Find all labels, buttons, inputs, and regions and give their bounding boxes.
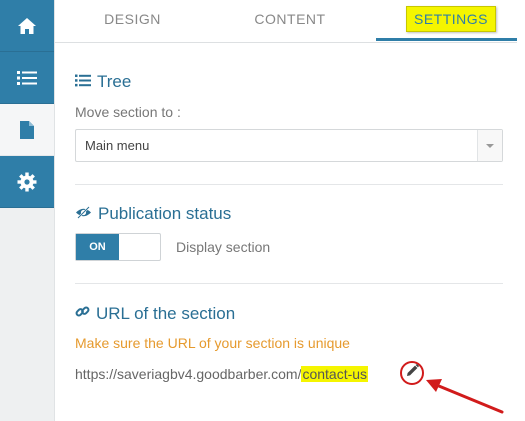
url-section-title: URL of the section (75, 304, 235, 324)
url-prefix: https://saveriagbv4.goodbarber.com/ (75, 366, 302, 382)
publication-section-title: Publication status (75, 204, 231, 224)
tab-content[interactable]: CONTENT (225, 0, 355, 40)
tab-bar: DESIGN CONTENT SETTINGS (55, 0, 517, 43)
home-icon (17, 17, 37, 35)
active-tab-indicator (376, 38, 517, 41)
list-icon (75, 72, 97, 92)
move-section-select[interactable]: Main menu (75, 129, 503, 162)
tree-title-text: Tree (97, 72, 132, 91)
divider (75, 283, 503, 284)
section-url: https://saveriagbv4.goodbarber.com/conta… (75, 366, 369, 382)
move-section-label: Move section to : (75, 104, 181, 120)
annotation-arrow (426, 379, 504, 414)
sidebar-item-list[interactable] (0, 52, 54, 104)
gear-icon (17, 172, 37, 192)
pencil-icon (406, 364, 419, 382)
display-toggle[interactable]: ON (75, 233, 161, 261)
eye-slash-icon (75, 204, 98, 224)
toggle-on-label: ON (76, 234, 119, 260)
tab-settings-label: SETTINGS (405, 6, 496, 32)
list-icon (17, 70, 37, 86)
sidebar (0, 0, 55, 421)
sidebar-item-home[interactable] (0, 0, 54, 52)
tree-section-title: Tree (75, 72, 131, 92)
link-icon (75, 304, 96, 324)
divider (75, 184, 503, 185)
select-value: Main menu (85, 138, 150, 153)
publication-title-text: Publication status (98, 204, 232, 223)
display-section-label: Display section (176, 239, 271, 255)
url-title-text: URL of the section (96, 304, 236, 323)
tab-design[interactable]: DESIGN (75, 0, 190, 40)
chevron-down-icon (477, 130, 502, 161)
sidebar-item-page[interactable] (0, 104, 54, 156)
sidebar-item-settings[interactable] (0, 156, 54, 208)
url-unique-hint: Make sure the URL of your section is uni… (75, 335, 350, 351)
document-icon (20, 120, 34, 139)
url-slug: contact-us (301, 366, 369, 382)
tab-settings[interactable]: SETTINGS (385, 0, 517, 40)
